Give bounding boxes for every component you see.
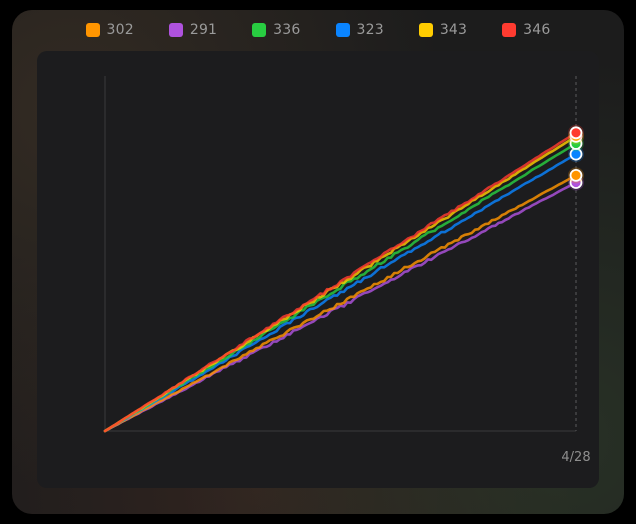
series-line-346 [103, 131, 578, 433]
series-line-323 [103, 152, 578, 433]
series-end-point-346 [569, 126, 583, 140]
line-chart: 4/28 [103, 76, 591, 465]
chart-window: 302 291 336 323 343 346 4/28 [12, 10, 624, 514]
series-line-302 [103, 174, 578, 433]
x-tick-label: 4/28 [561, 450, 590, 465]
series-end-point-302 [569, 168, 583, 182]
